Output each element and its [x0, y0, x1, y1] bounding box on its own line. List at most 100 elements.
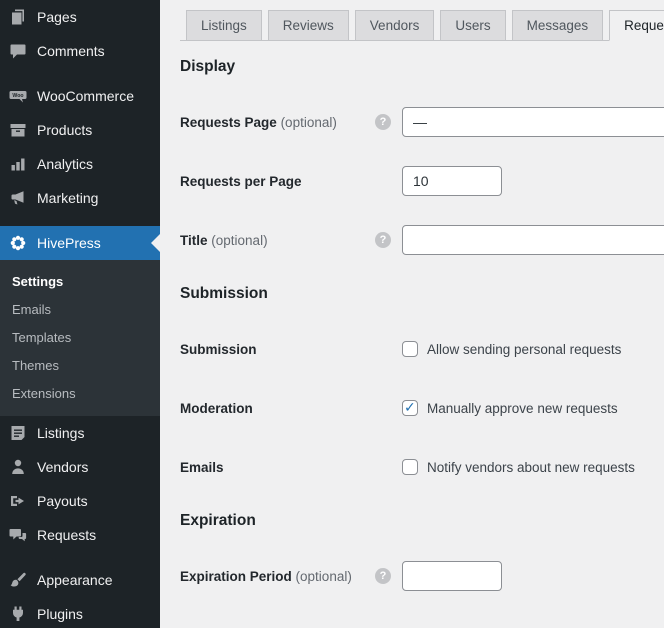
sidebar-item-appearance[interactable]: Appearance — [0, 563, 160, 597]
listings-icon — [8, 423, 28, 443]
plugins-icon — [8, 604, 28, 624]
expiration-period-input[interactable] — [402, 561, 502, 591]
vendors-icon — [8, 457, 28, 477]
field-row-submission: Submission Allow sending personal reques… — [180, 334, 664, 364]
field-label: Expiration Period (optional) — [180, 569, 375, 584]
sidebar-item-woocommerce[interactable]: Woo WooCommerce — [0, 79, 160, 113]
submenu-item-emails[interactable]: Emails — [0, 295, 160, 323]
tab-reviews[interactable]: Reviews — [268, 10, 349, 41]
sidebar-item-payouts[interactable]: Payouts — [0, 484, 160, 518]
allow-personal-requests-checkbox[interactable] — [402, 341, 418, 357]
comments-icon — [8, 41, 28, 61]
field-label-text: Emails — [180, 460, 224, 475]
current-menu-arrow — [151, 234, 160, 252]
appearance-icon — [8, 570, 28, 590]
help-slot: ? — [375, 568, 402, 584]
section-title: Expiration — [180, 512, 664, 530]
woocommerce-icon: Woo — [8, 86, 28, 106]
submenu-item-label: Emails — [12, 302, 51, 317]
pages-icon — [8, 7, 28, 27]
sidebar-item-label: Payouts — [37, 493, 88, 509]
field-label: Submission — [180, 342, 375, 357]
sidebar-item-plugins[interactable]: Plugins — [0, 597, 160, 631]
field-label-text: Submission — [180, 342, 257, 357]
sidebar-item-label: Vendors — [37, 459, 88, 475]
field-label-text: Requests per Page — [180, 174, 302, 189]
field-label-text: Moderation — [180, 401, 253, 416]
sidebar-item-products[interactable]: Products — [0, 113, 160, 147]
tab-users[interactable]: Users — [440, 10, 505, 41]
select-value: — — [413, 114, 427, 130]
field-label-text: Title — [180, 233, 208, 248]
checkbox-label: Manually approve new requests — [427, 401, 618, 416]
submenu-item-settings[interactable]: Settings — [0, 267, 160, 295]
settings-content: Listings Reviews Vendors Users Messages … — [160, 0, 664, 591]
checkbox-label: Notify vendors about new requests — [427, 460, 635, 475]
wp-admin-sidebar: Pages Comments Woo WooCommerce Products … — [0, 0, 160, 628]
help-slot: ? — [375, 114, 402, 130]
question-mark-icon[interactable]: ? — [375, 568, 391, 584]
sidebar-item-label: WooCommerce — [37, 88, 134, 104]
field-label: Moderation — [180, 401, 375, 416]
svg-text:Woo: Woo — [12, 93, 23, 99]
optional-text: (optional) — [296, 569, 352, 584]
sidebar-item-label: HivePress — [37, 235, 101, 251]
field-label-text: Expiration Period — [180, 569, 292, 584]
sidebar-item-requests[interactable]: Requests — [0, 518, 160, 552]
sidebar-item-analytics[interactable]: Analytics — [0, 147, 160, 181]
optional-text: (optional) — [211, 233, 267, 248]
sidebar-item-marketing[interactable]: Marketing — [0, 181, 160, 215]
sidebar-item-label: Products — [37, 122, 92, 138]
submenu-item-label: Themes — [12, 358, 59, 373]
title-input[interactable] — [402, 225, 664, 255]
menu-separator — [0, 552, 160, 563]
menu-separator — [0, 68, 160, 79]
analytics-icon — [8, 154, 28, 174]
sidebar-item-comments[interactable]: Comments — [0, 34, 160, 68]
marketing-icon — [8, 188, 28, 208]
sidebar-item-hivepress[interactable]: HivePress — [0, 226, 160, 260]
field-label-text: Requests Page — [180, 115, 277, 130]
requests-per-page-input[interactable] — [402, 166, 502, 196]
field-label: Emails — [180, 460, 375, 475]
field-row-requests-page: Requests Page (optional) ? — — [180, 107, 664, 137]
tab-messages[interactable]: Messages — [512, 10, 604, 41]
submenu-item-extensions[interactable]: Extensions — [0, 379, 160, 407]
tab-vendors[interactable]: Vendors — [355, 10, 435, 41]
sidebar-item-label: Appearance — [37, 572, 113, 588]
products-icon — [8, 120, 28, 140]
section-title: Submission — [180, 285, 664, 303]
field-row-emails: Emails Notify vendors about new requests — [180, 452, 664, 482]
submenu-item-themes[interactable]: Themes — [0, 351, 160, 379]
payouts-icon — [8, 491, 28, 511]
field-label: Requests Page (optional) — [180, 115, 375, 130]
sidebar-item-pages[interactable]: Pages — [0, 0, 160, 34]
sidebar-item-listings[interactable]: Listings — [0, 416, 160, 450]
sidebar-item-label: Comments — [37, 43, 105, 59]
question-mark-icon[interactable]: ? — [375, 114, 391, 130]
hivepress-icon — [8, 233, 28, 253]
tab-requests[interactable]: Requests — [609, 10, 664, 41]
submenu-item-label: Templates — [12, 330, 71, 345]
menu-separator — [0, 215, 160, 226]
manually-approve-checkbox[interactable] — [402, 400, 418, 416]
submenu-item-templates[interactable]: Templates — [0, 323, 160, 351]
help-slot: ? — [375, 232, 402, 248]
sidebar-item-label: Requests — [37, 527, 96, 543]
sidebar-item-label: Marketing — [37, 190, 98, 206]
sidebar-item-vendors[interactable]: Vendors — [0, 450, 160, 484]
requests-icon — [8, 525, 28, 545]
notify-vendors-checkbox[interactable] — [402, 459, 418, 475]
field-row-title: Title (optional) ? — [180, 225, 664, 255]
settings-tabbar: Listings Reviews Vendors Users Messages … — [180, 10, 664, 41]
optional-text: (optional) — [281, 115, 337, 130]
requests-page-select[interactable]: — — [402, 107, 664, 137]
section-title: Display — [180, 58, 664, 76]
question-mark-icon[interactable]: ? — [375, 232, 391, 248]
submenu-item-label: Settings — [12, 274, 63, 289]
field-label: Title (optional) — [180, 233, 375, 248]
sidebar-item-label: Pages — [37, 9, 77, 25]
tab-listings[interactable]: Listings — [186, 10, 262, 41]
section-display: Display Requests Page (optional) ? — Req… — [180, 58, 664, 255]
sidebar-item-label: Plugins — [37, 606, 83, 622]
